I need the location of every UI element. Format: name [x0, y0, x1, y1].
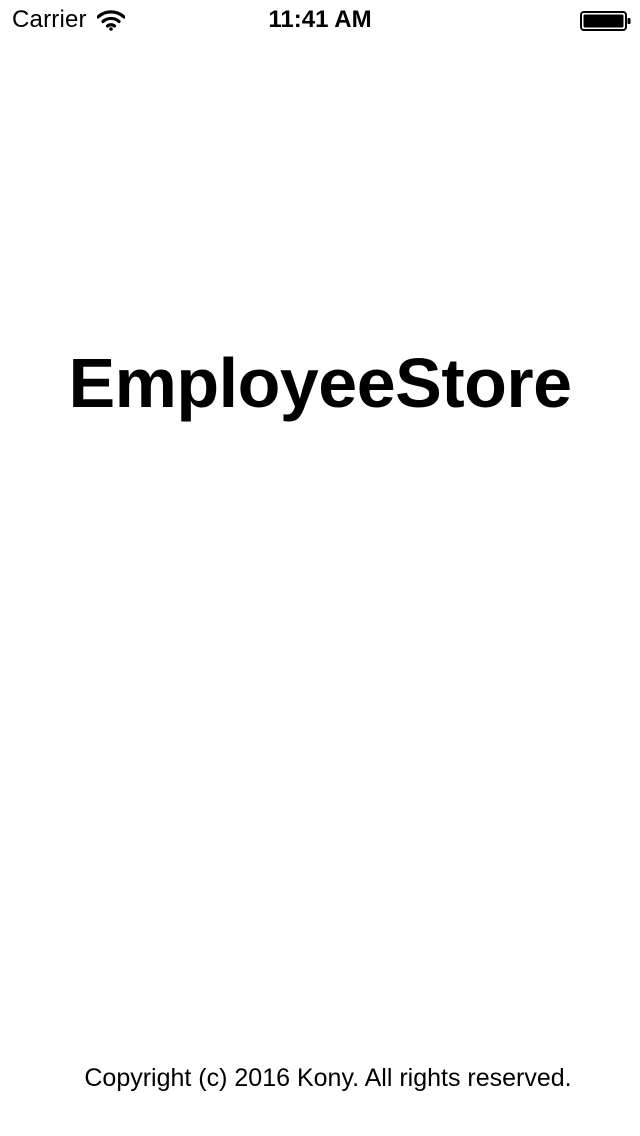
- app-title: EmployeeStore: [68, 344, 572, 422]
- battery-full-icon: [580, 10, 632, 32]
- copyright-text: Copyright (c) 2016 Kony. All rights rese…: [84, 1064, 572, 1092]
- status-time: 11:41 AM: [268, 6, 372, 33]
- status-bar: Carrier 11:41 AM: [0, 0, 640, 40]
